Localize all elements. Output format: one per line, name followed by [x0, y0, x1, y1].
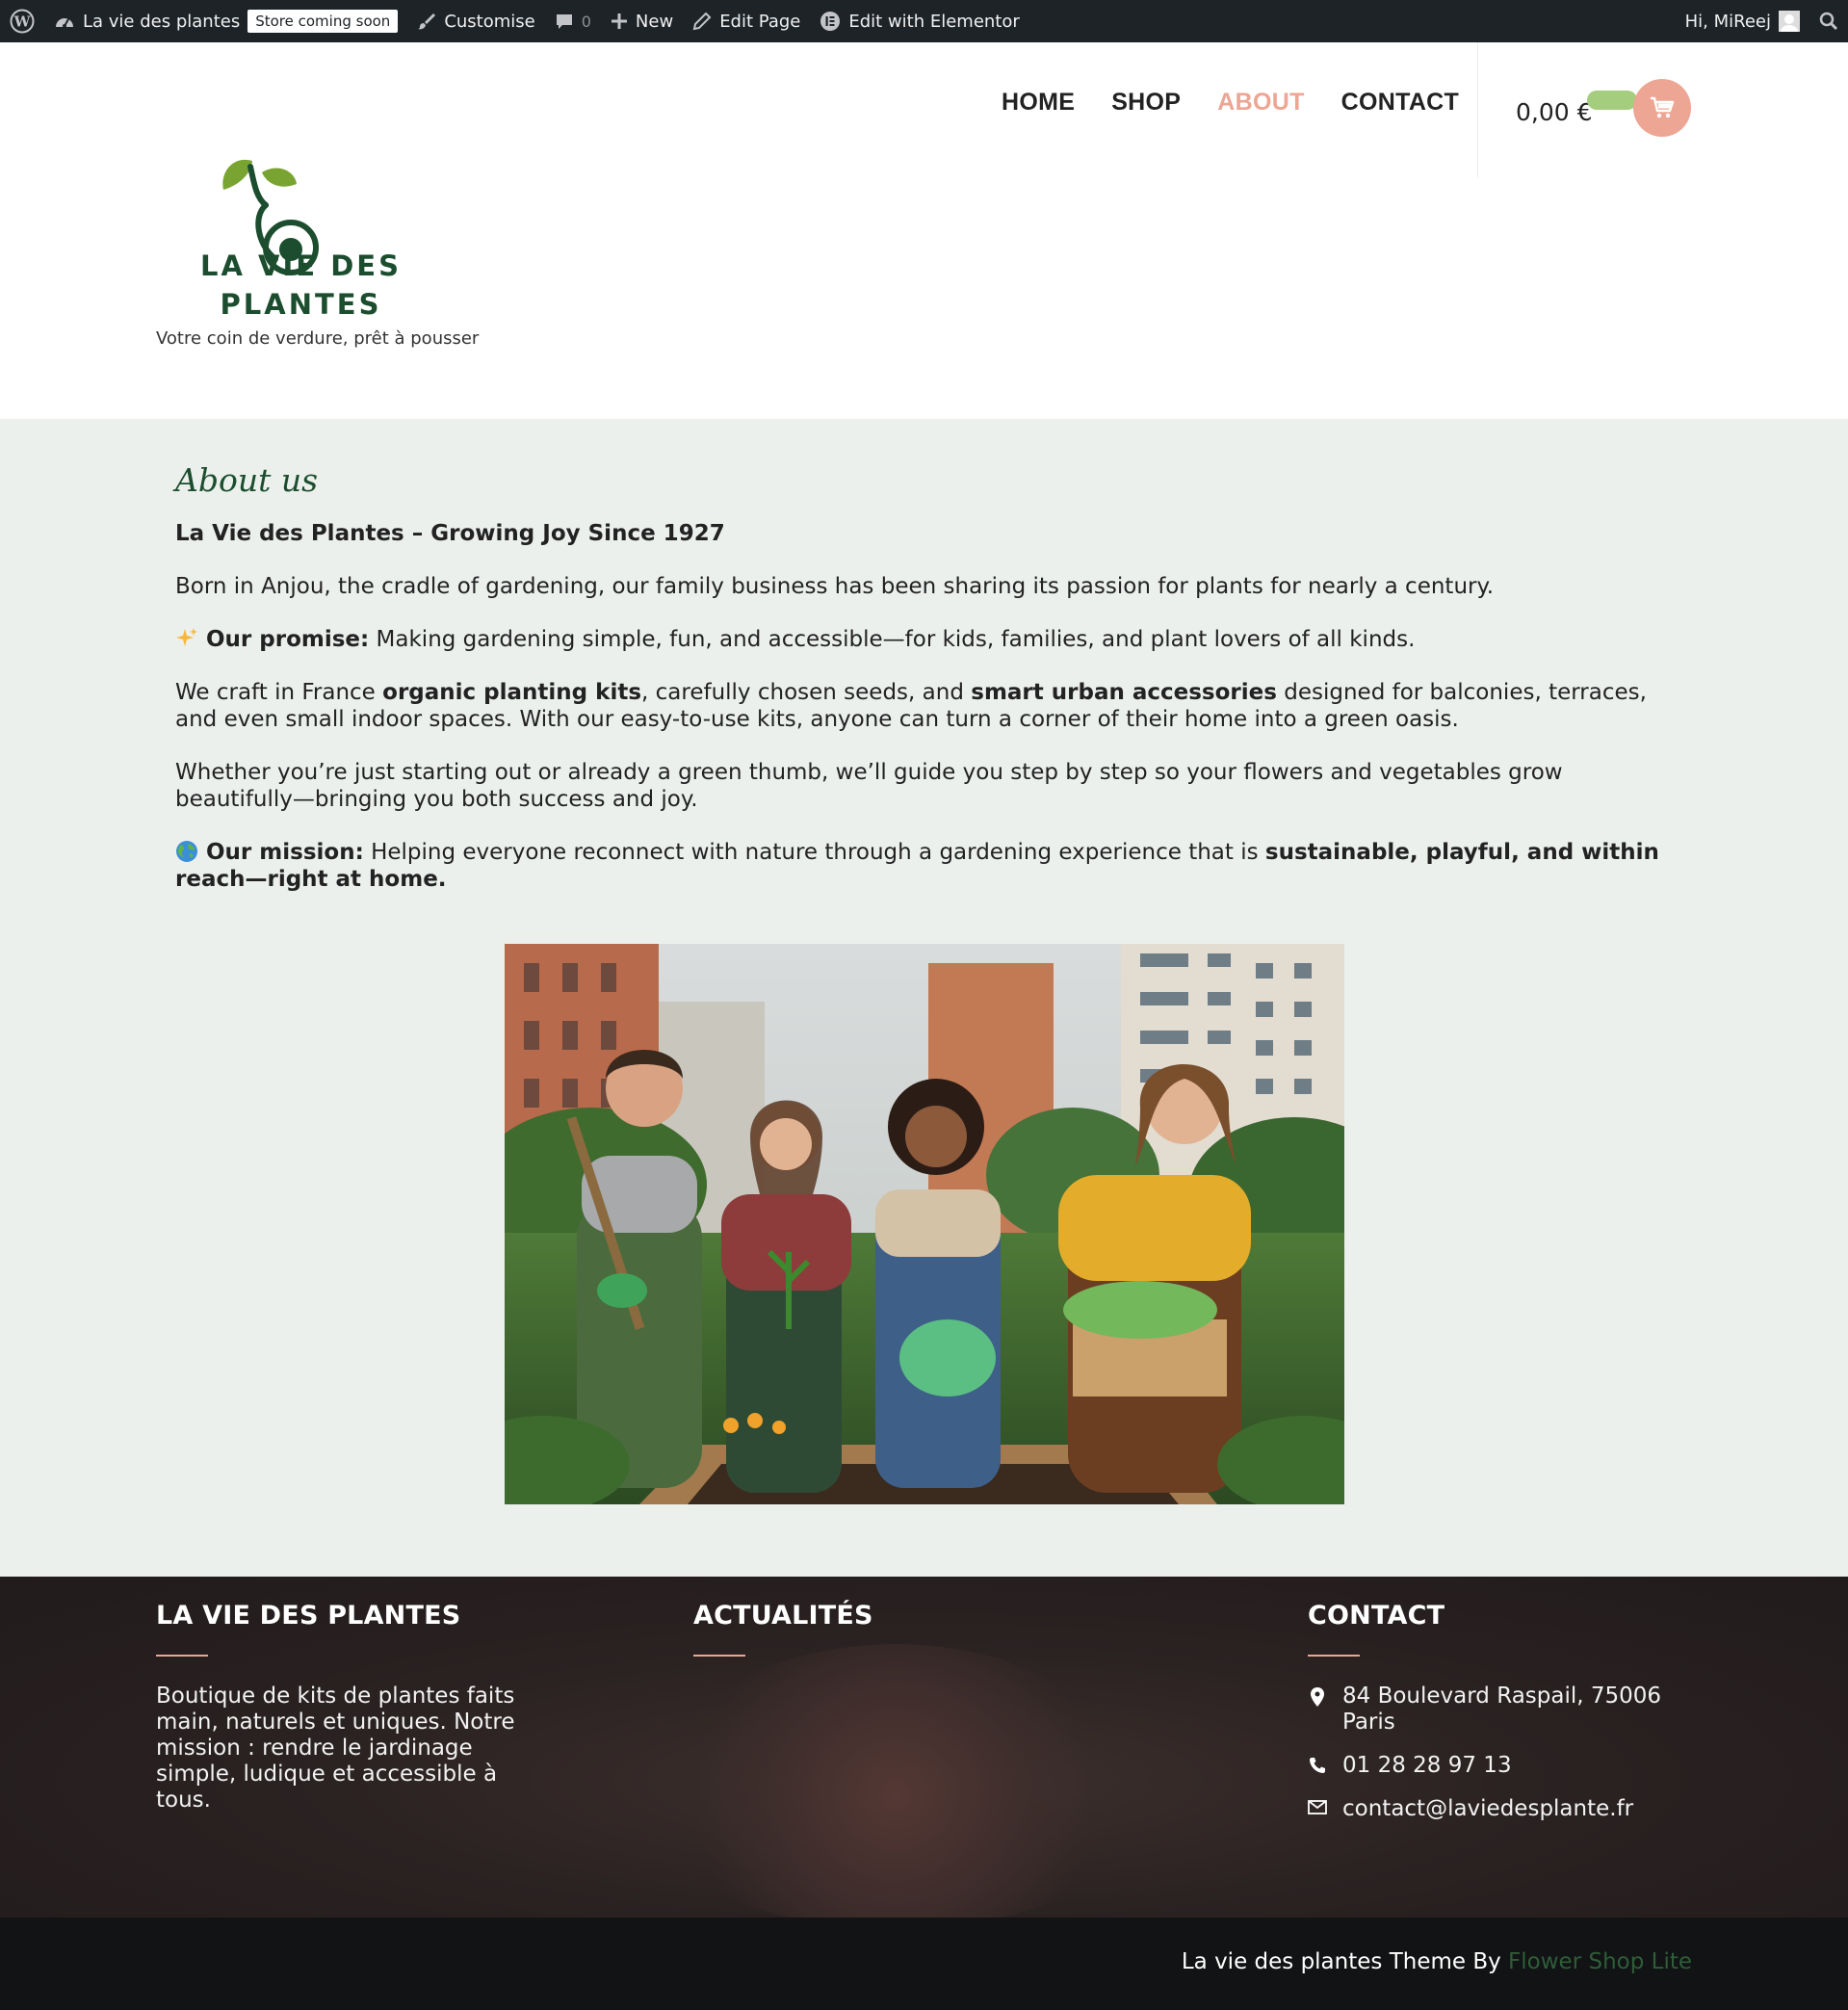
footer-contact-column: CONTACT 84 Boulevard Raspail, 75006 Pari…: [1308, 1577, 1693, 1822]
admin-bar: W La vie des plantes Store coming soon C…: [0, 0, 1848, 42]
envelope-icon: [1308, 1800, 1327, 1814]
map-pin-icon: [1311, 1687, 1324, 1707]
comments-link[interactable]: 0: [545, 0, 601, 42]
cart-button[interactable]: [1633, 79, 1691, 137]
mission-label: Our mission:: [206, 840, 364, 865]
cart-pill: [1587, 91, 1637, 110]
footer-about-title: LA VIE DES PLANTES: [156, 1601, 461, 1631]
customise-link[interactable]: Customise: [407, 0, 544, 42]
account-menu[interactable]: Hi, MiReej: [1676, 0, 1809, 42]
edit-elementor-link[interactable]: Edit with Elementor: [810, 0, 1028, 42]
main-nav: HOME SHOP ABOUT CONTACT: [1002, 89, 1459, 117]
promise-label: Our promise:: [206, 627, 370, 652]
wordpress-icon: W: [10, 9, 35, 34]
shopping-cart-icon: [1651, 96, 1675, 118]
site-footer: LA VIE DES PLANTES Boutique de kits de p…: [0, 1577, 1848, 1918]
footer-news-title: ACTUALITÉS: [693, 1601, 873, 1631]
footer-email-text: contact@laviedesplante.fr: [1342, 1796, 1634, 1821]
footer-address-text: 84 Boulevard Raspail, 75006 Paris: [1342, 1684, 1662, 1735]
comment-icon: [556, 14, 572, 29]
greeting: Hi, MiReej: [1684, 11, 1771, 32]
footer-about-underline: [156, 1655, 208, 1657]
sparkles-icon: [176, 628, 197, 646]
footer-news-underline: [693, 1655, 745, 1657]
p3-part-a: We craft in France: [175, 680, 383, 705]
comments-count: 0: [581, 12, 591, 31]
svg-text:W: W: [13, 13, 32, 31]
about-heading-text: La Vie des Plantes – Growing Joy Since 1…: [175, 521, 725, 546]
cart-total[interactable]: 0,00 €: [1516, 98, 1593, 126]
theme-link[interactable]: Flower Shop Lite: [1508, 1949, 1692, 1974]
site-tagline: Votre coin de verdure, prêt à pousser: [156, 328, 480, 349]
brush-icon: [418, 13, 436, 30]
site-header: LA VIE DES PLANTES Votre coin de verdure…: [0, 42, 1848, 419]
site-name-menu[interactable]: La vie des plantes Store coming soon: [44, 0, 407, 42]
new-label: New: [635, 11, 674, 32]
p3-part-c: , carefully chosen seeds, and: [641, 680, 972, 705]
promise-text: Making gardening simple, fun, and access…: [369, 627, 1416, 652]
footer-email[interactable]: contact@laviedesplante.fr: [1308, 1796, 1693, 1822]
footer-contact-underline: [1308, 1655, 1360, 1657]
about-paragraph-3: We craft in France organic planting kits…: [175, 679, 1678, 733]
p3-part-b: organic planting kits: [382, 680, 642, 705]
edit-page-label: Edit Page: [719, 11, 801, 32]
logo-line-1: LA VIE DES: [200, 249, 402, 282]
footer-phone[interactable]: 01 28 28 97 13: [1308, 1753, 1693, 1779]
globe-icon: [176, 841, 197, 862]
edit-page-link[interactable]: Edit Page: [683, 0, 810, 42]
main-content: About us La Vie des Plantes – Growing Jo…: [0, 419, 1848, 1577]
team-photo: [505, 944, 1344, 1504]
logo-text[interactable]: LA VIE DES PLANTES: [193, 247, 409, 324]
about-heading: La Vie des Plantes – Growing Joy Since 1…: [175, 520, 1678, 547]
nav-contact[interactable]: CONTACT: [1341, 89, 1459, 117]
footer-address: 84 Boulevard Raspail, 75006 Paris: [1308, 1684, 1693, 1736]
phone-icon: [1310, 1758, 1325, 1773]
nav-home[interactable]: HOME: [1002, 89, 1075, 117]
footer-background-flower: [664, 1644, 1127, 1918]
about-paragraph-4: Whether you’re just starting out or alre…: [175, 760, 1563, 812]
search-icon: [1819, 12, 1838, 31]
edit-elementor-label: Edit with Elementor: [848, 11, 1020, 32]
footer-phone-text: 01 28 28 97 13: [1342, 1753, 1512, 1778]
site-name: La vie des plantes: [83, 11, 241, 32]
mission-text: Helping everyone reconnect with nature t…: [363, 840, 1265, 865]
dashboard-icon: [56, 18, 73, 28]
admin-search-button[interactable]: [1809, 0, 1848, 42]
bottom-bar: La vie des plantes Theme By Flower Shop …: [0, 1918, 1848, 2010]
about-paragraph-1: Born in Anjou, the cradle of gardening, …: [175, 574, 1495, 599]
promise-paragraph: Our promise: Making gardening simple, fu…: [175, 626, 1678, 653]
footer-contact-list: 84 Boulevard Raspail, 75006 Paris 01 28 …: [1308, 1684, 1693, 1822]
about-text: La Vie des Plantes – Growing Joy Since 1…: [175, 520, 1678, 919]
header-divider: [1477, 42, 1478, 177]
footer-contact-title: CONTACT: [1308, 1601, 1445, 1631]
avatar: [1779, 11, 1800, 32]
theme-credit: La vie des plantes Theme By Flower Shop …: [1182, 1949, 1692, 1974]
nav-about[interactable]: ABOUT: [1217, 89, 1304, 117]
page-title: About us: [175, 461, 319, 499]
plus-icon: [611, 13, 627, 29]
pencil-icon: [692, 12, 712, 31]
footer-about-text: Boutique de kits de plantes faits main, …: [156, 1684, 515, 1813]
footer-news-column: ACTUALITÉS: [693, 1577, 982, 1657]
credit-text: La vie des plantes Theme By: [1181, 1949, 1509, 1974]
logo-line-2: PLANTES: [220, 288, 382, 321]
p3-part-d: smart urban accessories: [971, 680, 1277, 705]
mission-paragraph: Our mission: Helping everyone reconnect …: [175, 839, 1678, 893]
footer-about-column: LA VIE DES PLANTES Boutique de kits de p…: [156, 1577, 541, 1814]
store-status-badge[interactable]: Store coming soon: [247, 10, 399, 33]
new-content-menu[interactable]: New: [601, 0, 683, 42]
elementor-icon: [820, 12, 841, 31]
nav-shop[interactable]: SHOP: [1111, 89, 1181, 117]
wordpress-menu[interactable]: W: [0, 0, 44, 42]
customise-label: Customise: [444, 11, 535, 32]
